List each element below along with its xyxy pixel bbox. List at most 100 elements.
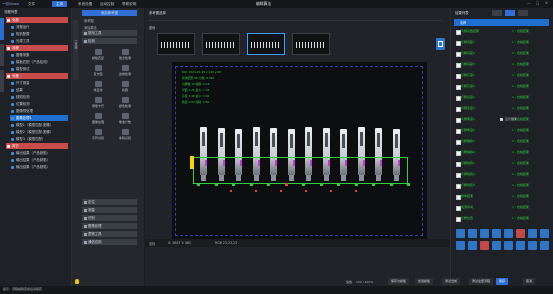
grid-tool-icon[interactable] [504,241,513,250]
tool-section-2[interactable]: 识别 [82,215,137,221]
tool-blob[interactable]: 斑点检测 [115,48,135,62]
redo-icon[interactable] [540,241,549,250]
roi-measure-region[interactable] [193,157,408,184]
tree-item[interactable]: 模型2（模型匹配-图像） [10,129,68,135]
image-tool-icon[interactable] [516,241,525,250]
show-result-checkbox[interactable] [500,118,503,121]
select-tool-icon[interactable] [456,229,465,238]
result-row[interactable]: 引脚角度2 1 - 合格结果 [454,127,549,134]
grid-view-button[interactable] [505,10,515,16]
tool-caliper[interactable]: 测量卡尺 [88,96,108,110]
list-view-button[interactable] [492,10,502,16]
roi-outer-frame[interactable] [175,66,423,236]
result-row[interactable]: 整体结果 1 - 合格结果 [454,193,549,200]
tool-barcode[interactable]: 条码识别 [115,128,135,142]
reference-thumbnail[interactable] [157,33,195,55]
menu-home[interactable]: 主页 [52,1,68,7]
result-row[interactable]: 引脚宽度1 1 - 合格结果 [454,94,549,101]
tool-ocr[interactable]: 字符识别 [88,128,108,142]
left-vertical-tab[interactable] [0,18,4,40]
bottom-button-2[interactable]: 测试当前 [442,278,461,285]
rect-tool-icon[interactable] [468,241,477,250]
menu-settings[interactable]: 系统设置 [74,1,96,7]
undo-icon[interactable] [528,241,537,250]
tree-item[interactable]: 模板匹配（产品检测） [10,59,68,65]
left-vertical-tab-2[interactable] [0,44,4,66]
rect-tool-icon[interactable] [468,229,477,238]
tool-process[interactable]: 图像处理 [88,112,108,126]
reference-thumbnail[interactable] [247,33,285,55]
result-row[interactable]: 引脚间距2 1 - 合格结果 [454,50,549,57]
tool-color[interactable]: 颜色检测 [115,96,135,110]
bottom-button-3[interactable]: 测试全部流程 [469,278,494,285]
common-tools-section[interactable]: 常用工具 [82,30,137,36]
close-icon[interactable]: ✕ [545,1,548,5]
tree-item[interactable]: 缺陷检测 [10,94,68,100]
rotate-tool-icon[interactable] [480,241,489,250]
bottom-button-5[interactable]: 取消 [523,278,536,285]
add-reference-button[interactable]: 添加参考图 [82,10,137,16]
menu-file[interactable]: 文件 [24,1,39,7]
tree-item[interactable]: 输出结果（产品缺陷） [10,150,68,156]
detail-view-button[interactable] [518,10,528,16]
grid-tool-icon[interactable] [504,229,513,238]
result-tab[interactable]: 结果列表 [455,10,469,15]
tool-section-0[interactable]: 定位 [82,199,137,205]
tree-item[interactable]: 输出结果（产品缺陷） [10,157,68,163]
tree-item[interactable]: 输出结果（产品缺陷） [10,164,68,170]
result-row[interactable]: 引脚间距3 1 - 合格结果 [454,61,549,68]
tool-edge[interactable]: 边缘检测 [115,64,135,78]
tool-circle[interactable]: 找圆 [115,80,135,94]
tree-item[interactable]: 全部 [6,17,68,23]
redo-icon[interactable] [540,229,549,238]
tree-item[interactable]: 其它 [6,143,68,149]
result-row[interactable]: 引脚缺陷1 1 - 合格结果 [454,160,549,167]
tree-item[interactable]: 相机配置 [10,31,68,37]
result-row[interactable]: 引脚总数结果 1 - 合格结果 [454,28,549,35]
left-vertical-tab-3[interactable] [0,70,4,92]
tool-histogram[interactable]: 直方图 [88,64,108,78]
rotate-tool-icon[interactable] [480,229,489,238]
result-row[interactable]: 检测时间 1 - 合格结果 [454,204,549,211]
minimize-icon[interactable]: — [527,1,531,5]
reference-thumbnail[interactable] [292,33,330,55]
tool-line[interactable]: 找直线 [88,80,108,94]
result-row[interactable]: 引脚位置 1 - 合格结果 [454,215,549,222]
tool-pixel[interactable]: 像素计数 [115,112,135,126]
maximize-icon[interactable]: □ [536,1,539,5]
tool-section-3[interactable]: 图像处理 [82,223,137,229]
circle-tool-icon[interactable] [492,241,501,250]
tool-section-4[interactable]: 逻辑工具 [82,231,137,237]
result-row[interactable]: 引脚间距1 1 - 合格结果 [454,39,549,46]
image-tool-icon[interactable] [516,229,525,238]
result-row[interactable]: 引脚缺陷2 1 - 合格结果 [454,171,549,178]
bottom-button-0[interactable]: 保存为模板 [388,278,410,285]
tree-item[interactable]: 图像采集 [10,52,68,58]
undo-icon[interactable] [528,229,537,238]
toolbox-vertical-tab[interactable] [73,20,78,80]
tree-item[interactable]: 模型3（模型匹配） [10,136,68,142]
select-tool-icon[interactable] [456,241,465,250]
bottom-button-1[interactable]: 加载模板 [415,278,434,285]
reference-thumbnail[interactable] [202,33,240,55]
result-row[interactable]: 引脚高度1 1 - 合格结果 [454,72,549,79]
tool-template[interactable]: 模板匹配 [88,48,108,62]
tree-item[interactable]: 位置检测 [10,101,68,107]
result-row[interactable]: 引脚高度2 1 - 合格结果 [454,83,549,90]
result-row[interactable]: 引脚缺陷3 1 - 合格结果 [454,182,549,189]
bottom-button-4[interactable]: 保存 [496,278,509,285]
result-row[interactable]: 引脚偏移2 1 - 合格结果 [454,149,549,156]
tree-item[interactable]: 图像处理1 [10,115,68,121]
menu-help[interactable]: 帮助说明 [118,1,140,7]
result-row[interactable]: 引脚宽度2 1 - 合格结果 [454,105,549,112]
detect-section[interactable]: 检测 [82,38,137,44]
tree-item[interactable]: 模型测试 [10,66,68,72]
tree-item[interactable]: 模型1（模型匹配-图像） [10,122,68,128]
tree-item[interactable]: 图像预处理 [10,108,68,114]
roi-handle[interactable] [190,156,194,169]
tool-section-5[interactable]: 通信应用 [82,239,137,245]
tree-item[interactable]: 流程运行 [10,24,68,30]
tree-item[interactable]: 尺寸测量 [10,80,68,86]
tree-item[interactable]: 结果 [10,87,68,93]
result-row[interactable]: 引脚偏移1 1 - 合格结果 [454,138,549,145]
